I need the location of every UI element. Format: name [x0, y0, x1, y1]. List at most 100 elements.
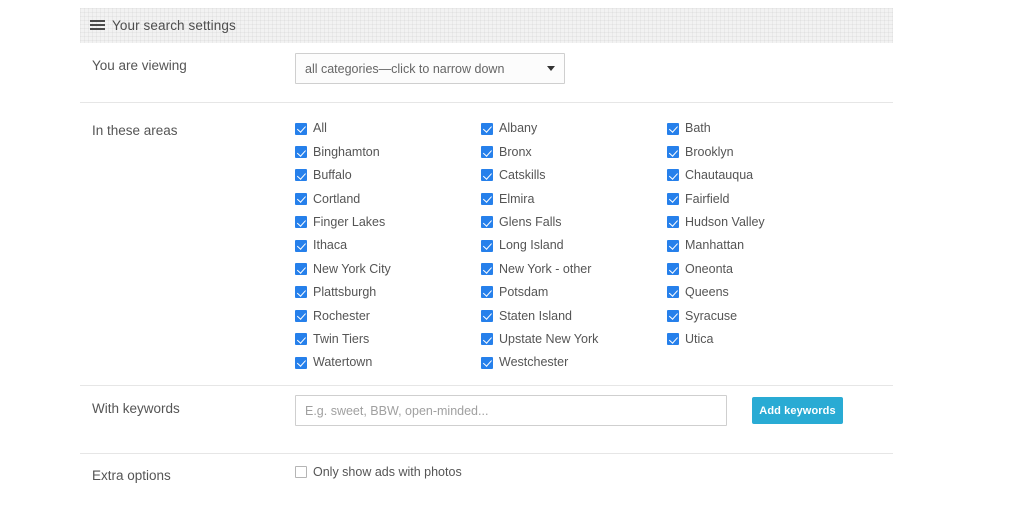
area-checkbox[interactable] — [295, 263, 307, 276]
area-checkbox[interactable] — [667, 333, 679, 346]
area-checkbox-item[interactable]: New York - other — [481, 257, 667, 280]
area-checkbox-label: Binghamton — [313, 144, 380, 159]
area-checkbox[interactable] — [295, 216, 307, 229]
area-checkbox-label: Long Island — [499, 238, 564, 253]
area-checkbox-label: Ithaca — [313, 238, 348, 253]
photos-only-label: Only show ads with photos — [313, 465, 462, 479]
area-checkbox-label: Queens — [685, 285, 729, 300]
area-checkbox-item[interactable]: All — [295, 117, 481, 140]
area-checkbox-label: Potsdam — [499, 285, 549, 300]
area-checkbox-label: Twin Tiers — [313, 331, 370, 346]
area-checkbox-label: Upstate New York — [499, 331, 599, 346]
area-checkbox[interactable] — [481, 216, 493, 229]
area-checkbox-label: Bath — [685, 121, 711, 136]
areas-checkbox-grid: All Binghamton Buffalo Cortland Finger Lakes… — [295, 117, 885, 374]
area-checkbox-label: New York - other — [499, 261, 592, 276]
area-checkbox-item[interactable]: Glens Falls — [481, 211, 667, 234]
row-you-are-viewing: You are viewing all categories—click to … — [80, 43, 893, 102]
photos-only-checkbox-item[interactable]: Only show ads with photos — [295, 466, 462, 479]
area-checkbox[interactable] — [667, 263, 679, 276]
area-checkbox-item[interactable]: Binghamton — [295, 140, 481, 163]
area-checkbox-item[interactable]: Rochester — [295, 304, 481, 327]
area-checkbox-item[interactable]: Queens — [667, 281, 847, 304]
category-select[interactable]: all categories—click to narrow down — [295, 53, 565, 84]
area-checkbox[interactable] — [481, 239, 493, 252]
area-checkbox-label: Fairfield — [685, 191, 730, 206]
area-checkbox-label: Catskills — [499, 168, 546, 183]
area-checkbox-item[interactable]: Staten Island — [481, 304, 667, 327]
area-checkbox-item[interactable]: Buffalo — [295, 164, 481, 187]
area-checkbox-item[interactable]: Fairfield — [667, 187, 847, 210]
area-checkbox[interactable] — [481, 146, 493, 159]
area-checkbox[interactable] — [667, 286, 679, 299]
area-checkbox-label: Utica — [685, 331, 714, 346]
area-checkbox[interactable] — [295, 333, 307, 346]
area-checkbox-item[interactable]: Potsdam — [481, 281, 667, 304]
photos-only-checkbox[interactable] — [295, 466, 307, 479]
areas-column-3: Bath Brooklyn Chautauqua Fairfield Hudson Va… — [667, 117, 847, 374]
area-checkbox-item[interactable]: Ithaca — [295, 234, 481, 257]
area-checkbox[interactable] — [481, 333, 493, 346]
area-checkbox[interactable] — [295, 169, 307, 182]
area-checkbox[interactable] — [295, 146, 307, 159]
area-checkbox[interactable] — [295, 356, 307, 369]
area-checkbox[interactable] — [481, 356, 493, 369]
area-checkbox[interactable] — [295, 286, 307, 299]
label-extra-options: Extra options — [92, 468, 171, 483]
area-checkbox-item[interactable]: Hudson Valley — [667, 211, 847, 234]
add-keywords-button[interactable]: Add keywords — [752, 397, 843, 424]
row-extra-options: Extra options Only show ads with photos — [80, 453, 893, 506]
area-checkbox-item[interactable]: Plattsburgh — [295, 281, 481, 304]
area-checkbox-item[interactable]: Long Island — [481, 234, 667, 257]
area-checkbox[interactable] — [481, 122, 493, 135]
area-checkbox[interactable] — [667, 309, 679, 322]
area-checkbox[interactable] — [481, 286, 493, 299]
area-checkbox-label: Glens Falls — [499, 215, 562, 229]
area-checkbox-label: New York City — [313, 261, 391, 276]
area-checkbox[interactable] — [667, 239, 679, 252]
area-checkbox-item[interactable]: Utica — [667, 328, 847, 351]
area-checkbox-item[interactable]: Bronx — [481, 140, 667, 163]
area-checkbox-item[interactable]: Twin Tiers — [295, 328, 481, 351]
area-checkbox[interactable] — [481, 169, 493, 182]
keywords-input[interactable] — [295, 395, 727, 426]
area-checkbox[interactable] — [667, 216, 679, 229]
label-you-are-viewing: You are viewing — [92, 58, 187, 73]
area-checkbox[interactable] — [667, 169, 679, 182]
area-checkbox-item[interactable]: Bath — [667, 117, 847, 140]
area-checkbox[interactable] — [667, 122, 679, 135]
area-checkbox-label: Syracuse — [685, 308, 738, 323]
area-checkbox-item[interactable]: Cortland — [295, 187, 481, 210]
areas-column-1: All Binghamton Buffalo Cortland Finger Lakes… — [295, 117, 481, 374]
area-checkbox-label: Albany — [499, 121, 538, 136]
area-checkbox-item[interactable]: Oneonta — [667, 257, 847, 280]
row-with-keywords: With keywords Add keywords — [80, 385, 893, 453]
area-checkbox-label: Staten Island — [499, 308, 572, 323]
area-checkbox-item[interactable]: Elmira — [481, 187, 667, 210]
area-checkbox[interactable] — [295, 239, 307, 252]
area-checkbox-item[interactable]: Syracuse — [667, 304, 847, 327]
hamburger-icon[interactable] — [90, 20, 105, 31]
area-checkbox[interactable] — [667, 192, 679, 205]
area-checkbox-item[interactable]: Manhattan — [667, 234, 847, 257]
area-checkbox-item[interactable]: Brooklyn — [667, 140, 847, 163]
area-checkbox[interactable] — [295, 309, 307, 322]
area-checkbox[interactable] — [295, 122, 307, 135]
area-checkbox-item[interactable]: New York City — [295, 257, 481, 280]
area-checkbox-item[interactable]: Catskills — [481, 164, 667, 187]
area-checkbox[interactable] — [295, 192, 307, 205]
area-checkbox-item[interactable]: Chautauqua — [667, 164, 847, 187]
area-checkbox[interactable] — [481, 309, 493, 322]
area-checkbox[interactable] — [481, 192, 493, 205]
area-checkbox-label: Brooklyn — [685, 144, 734, 159]
area-checkbox-item[interactable]: Albany — [481, 117, 667, 140]
area-checkbox[interactable] — [481, 263, 493, 276]
area-checkbox-item[interactable]: Westchester — [481, 351, 667, 374]
area-checkbox-label: Buffalo — [313, 168, 352, 183]
area-checkbox-item[interactable]: Upstate New York — [481, 328, 667, 351]
area-checkbox-label: Oneonta — [685, 261, 733, 276]
area-checkbox-item[interactable]: Finger Lakes — [295, 211, 481, 234]
area-checkbox-item[interactable]: Watertown — [295, 351, 481, 374]
area-checkbox[interactable] — [667, 146, 679, 159]
area-checkbox-label: Bronx — [499, 144, 532, 159]
